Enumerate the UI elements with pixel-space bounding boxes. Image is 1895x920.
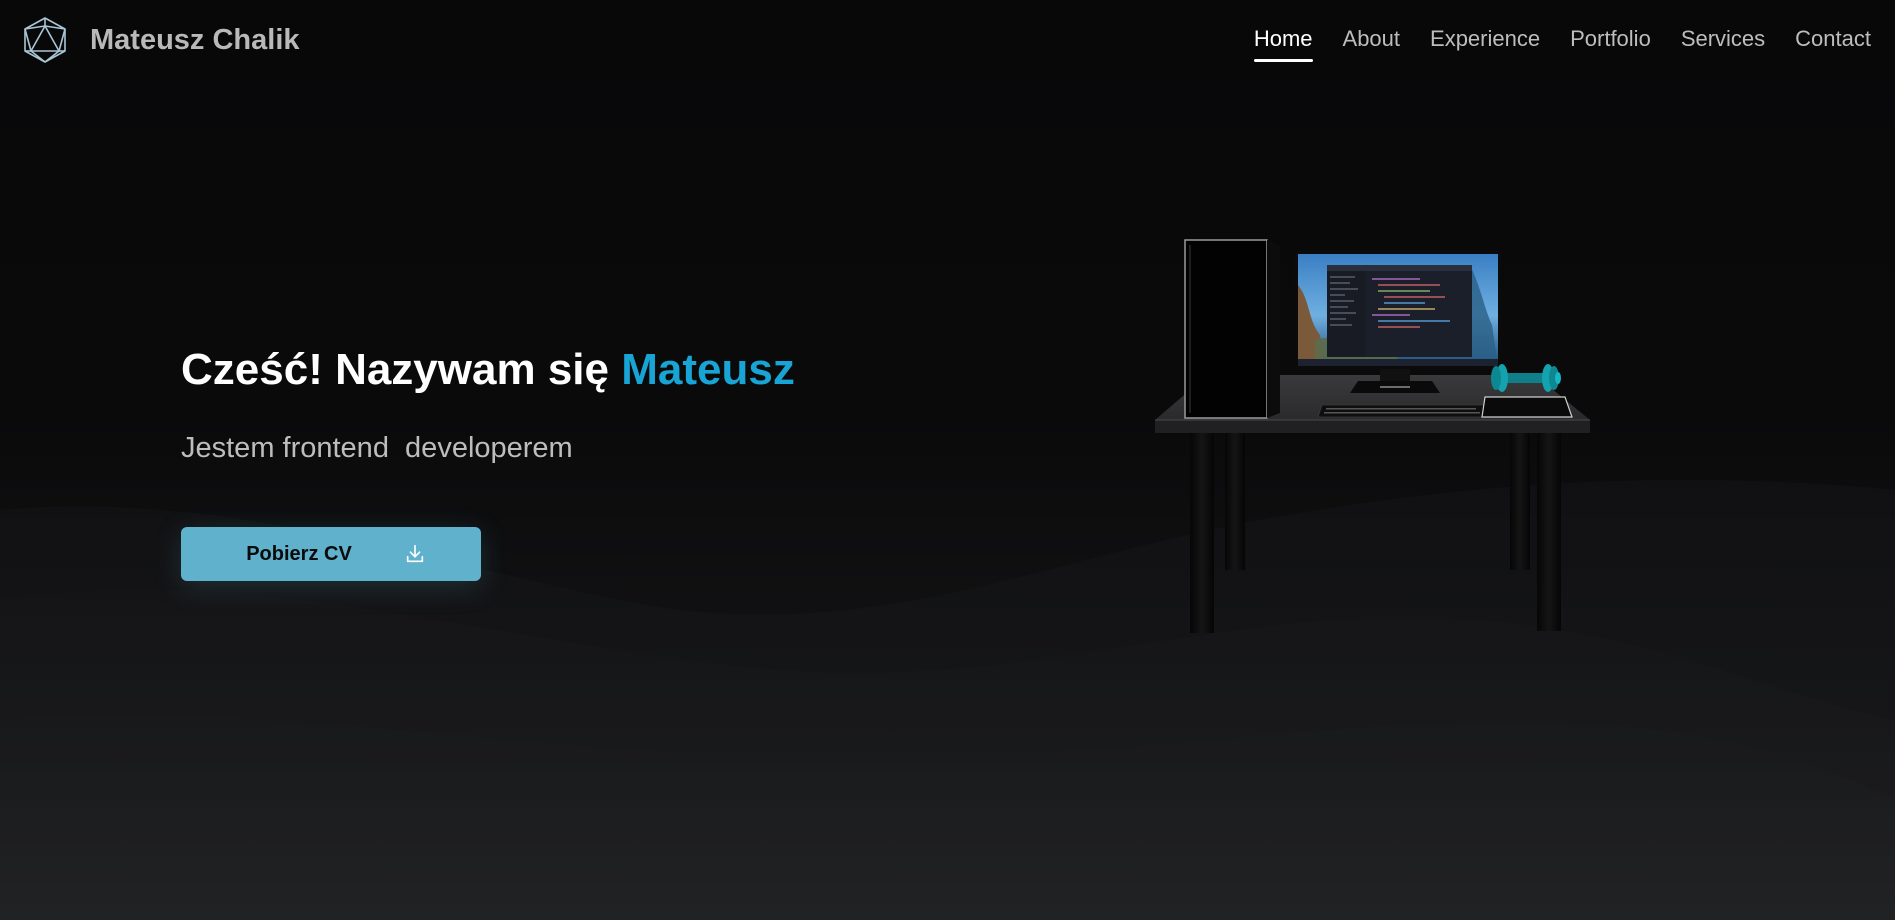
desk-scene-illustration	[1155, 239, 1590, 633]
hero-subtitle: Jestem frontend developerem	[181, 432, 573, 464]
download-cv-button[interactable]: Pobierz CV	[181, 527, 481, 581]
nav-experience[interactable]: Experience	[1430, 26, 1540, 62]
pc-tower-icon	[1184, 239, 1280, 419]
site-header: Mateusz Chalik Home About Experience Por…	[0, 0, 1895, 80]
hero-name: Mateusz	[621, 345, 795, 394]
cv-button-label: Pobierz CV	[246, 542, 352, 565]
keyboard-icon	[1317, 404, 1489, 418]
main-nav: Home About Experience Portfolio Services…	[1224, 26, 1871, 62]
brand-name: Mateusz Chalik	[90, 23, 300, 56]
nav-home[interactable]: Home	[1253, 26, 1313, 62]
hero-title: Cześć! Nazywam się Mateusz	[181, 340, 961, 400]
hero-section: Cześć! Nazywam się Mateusz Jestem fronte…	[181, 340, 961, 581]
desk-front-legs	[1190, 433, 1561, 633]
brand-link[interactable]: Mateusz Chalik	[20, 16, 300, 64]
page: Mateusz Chalik Home About Experience Por…	[0, 0, 1895, 920]
nav-portfolio[interactable]: Portfolio	[1570, 26, 1651, 62]
icosahedron-icon	[24, 17, 66, 63]
nav-services[interactable]: Services	[1681, 26, 1765, 62]
download-icon	[406, 544, 423, 563]
nav-contact[interactable]: Contact	[1795, 26, 1871, 62]
monitor-icon	[1295, 251, 1501, 393]
nav-about[interactable]: About	[1343, 26, 1401, 62]
mousepad-icon	[1481, 396, 1573, 418]
hero-greeting: Cześć! Nazywam się	[181, 345, 622, 394]
